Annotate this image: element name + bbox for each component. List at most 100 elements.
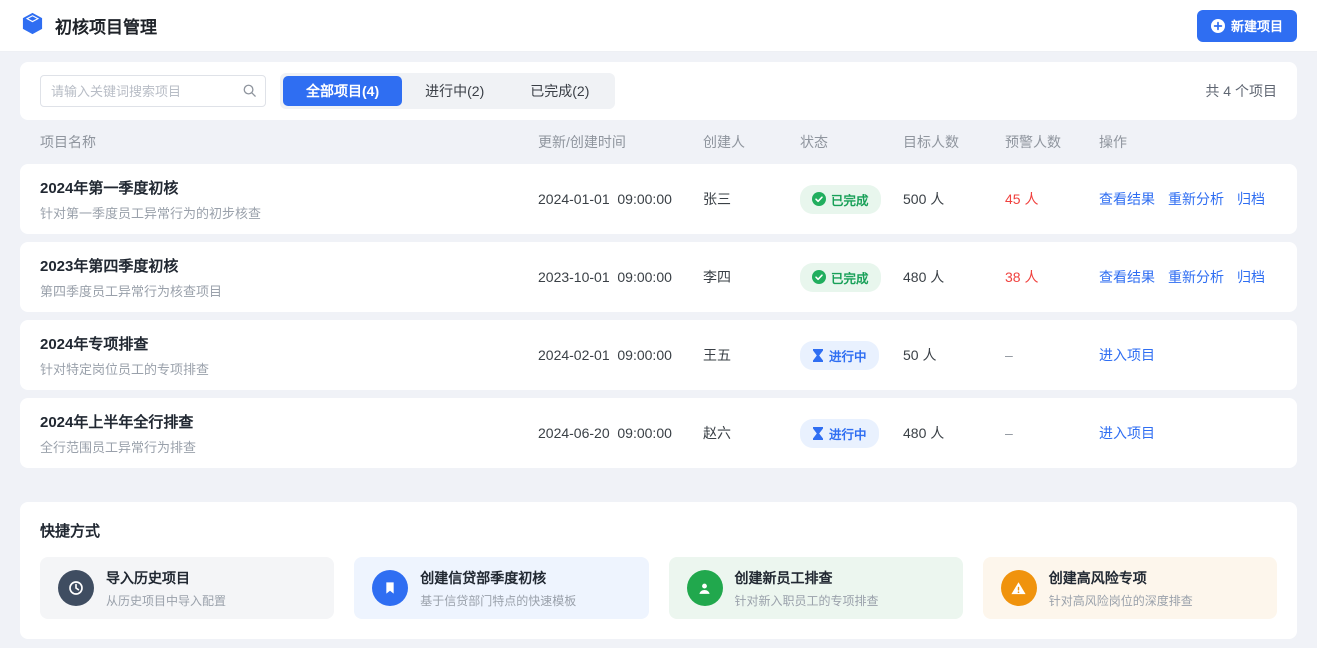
status-label: 进行中 — [829, 424, 867, 443]
tab-filter-2[interactable]: 已完成(2) — [507, 76, 612, 106]
project-name: 2024年第一季度初核 — [40, 177, 538, 198]
project-time: 2024-02-01 09:00:00 — [538, 347, 703, 363]
page-header: 初核项目管理 新建项目 — [0, 0, 1317, 52]
action-link[interactable]: 归档 — [1237, 191, 1265, 207]
cube-icon — [20, 11, 45, 41]
main-content: 全部项目(4)进行中(2)已完成(2) 共 4 个项目 项目名称更新/创建时间创… — [0, 52, 1317, 639]
project-actions: 查看结果重新分析归档 — [1099, 189, 1297, 209]
action-link[interactable]: 进入项目 — [1099, 347, 1155, 363]
project-actions: 查看结果重新分析归档 — [1099, 267, 1297, 287]
shortcut-card[interactable]: 创建高风险专项 针对高风险岗位的深度排查 — [983, 557, 1277, 619]
column-header-6: 操作 — [1099, 132, 1297, 152]
new-project-button-label: 新建项目 — [1231, 16, 1283, 35]
project-name-cell: 2024年专项排查 针对特定岗位员工的专项排查 — [40, 333, 538, 378]
page-title: 初核项目管理 — [55, 13, 157, 38]
shortcut-card[interactable]: 创建信贷部季度初核 基于信贷部门特点的快速模板 — [354, 557, 648, 619]
shortcuts-title: 快捷方式 — [40, 520, 1277, 541]
new-project-button[interactable]: 新建项目 — [1197, 10, 1297, 42]
column-header-0: 项目名称 — [40, 132, 538, 152]
project-creator: 赵六 — [703, 423, 800, 443]
tab-filter-1[interactable]: 进行中(2) — [402, 76, 507, 106]
project-status-cell: 已完成 — [800, 263, 903, 292]
shortcut-title: 创建信贷部季度初核 — [420, 568, 576, 588]
project-target-count: 480 人 — [903, 267, 1005, 287]
status-badge: 已完成 — [800, 185, 881, 214]
shortcuts-panel: 快捷方式 导入历史项目 从历史项目中导入配置 创建信贷部季度初核 基于信贷部门特… — [20, 502, 1297, 639]
filter-tabs: 全部项目(4)进行中(2)已完成(2) — [280, 73, 615, 109]
action-link[interactable]: 查看结果 — [1099, 269, 1155, 285]
warning-icon — [1001, 570, 1037, 606]
search-icon — [242, 83, 257, 103]
plus-circle-icon — [1211, 19, 1225, 33]
column-header-5: 预警人数 — [1005, 132, 1099, 152]
project-description: 全行范围员工异常行为排查 — [40, 437, 538, 456]
shortcut-grid: 导入历史项目 从历史项目中导入配置 创建信贷部季度初核 基于信贷部门特点的快速模… — [40, 557, 1277, 619]
project-actions: 进入项目 — [1099, 345, 1297, 365]
project-name: 2023年第四季度初核 — [40, 255, 538, 276]
project-description: 第四季度员工异常行为核查项目 — [40, 281, 538, 300]
table-row: 2024年专项排查 针对特定岗位员工的专项排查 2024-02-01 09:00… — [20, 320, 1297, 390]
project-actions: 进入项目 — [1099, 423, 1297, 443]
project-target-count: 50 人 — [903, 345, 1005, 365]
project-description: 针对特定岗位员工的专项排查 — [40, 359, 538, 378]
project-table: 2024年第一季度初核 针对第一季度员工异常行为的初步核查 2024-01-01… — [20, 164, 1297, 468]
project-warning-count: – — [1005, 347, 1099, 363]
bookmark-icon — [372, 570, 408, 606]
project-time: 2023-10-01 09:00:00 — [538, 269, 703, 285]
project-name-cell: 2024年第一季度初核 针对第一季度员工异常行为的初步核查 — [40, 177, 538, 222]
project-status-cell: 进行中 — [800, 341, 903, 370]
brand: 初核项目管理 — [20, 11, 157, 41]
column-header-2: 创建人 — [703, 132, 800, 152]
column-header-3: 状态 — [800, 132, 903, 152]
total-project-count: 共 4 个项目 — [1205, 81, 1277, 101]
action-link[interactable]: 进入项目 — [1099, 425, 1155, 441]
search-input[interactable] — [40, 75, 266, 107]
table-header: 项目名称更新/创建时间创建人状态目标人数预警人数操作 — [20, 120, 1297, 164]
shortcut-card[interactable]: 导入历史项目 从历史项目中导入配置 — [40, 557, 334, 619]
project-warning-count: – — [1005, 425, 1099, 441]
project-name: 2024年专项排查 — [40, 333, 538, 354]
table-row: 2024年上半年全行排查 全行范围员工异常行为排查 2024-06-20 09:… — [20, 398, 1297, 468]
shortcut-description: 针对高风险岗位的深度排查 — [1049, 592, 1193, 609]
project-name-cell: 2023年第四季度初核 第四季度员工异常行为核查项目 — [40, 255, 538, 300]
shortcut-title: 创建高风险专项 — [1049, 568, 1193, 588]
status-badge: 已完成 — [800, 263, 881, 292]
hourglass-icon — [812, 349, 824, 362]
project-status-cell: 已完成 — [800, 185, 903, 214]
user-icon — [687, 570, 723, 606]
project-name-cell: 2024年上半年全行排查 全行范围员工异常行为排查 — [40, 411, 538, 456]
project-warning-count: 38 人 — [1005, 267, 1099, 287]
table-row: 2024年第一季度初核 针对第一季度员工异常行为的初步核查 2024-01-01… — [20, 164, 1297, 234]
project-creator: 王五 — [703, 345, 800, 365]
project-creator: 张三 — [703, 189, 800, 209]
check-circle-icon — [812, 192, 826, 206]
shortcut-description: 针对新入职员工的专项排查 — [735, 592, 879, 609]
search-box — [40, 75, 266, 107]
action-link[interactable]: 归档 — [1237, 269, 1265, 285]
status-badge: 进行中 — [800, 341, 879, 370]
status-badge: 进行中 — [800, 419, 879, 448]
toolbar: 全部项目(4)进行中(2)已完成(2) 共 4 个项目 — [20, 62, 1297, 120]
column-header-1: 更新/创建时间 — [538, 132, 703, 152]
project-target-count: 500 人 — [903, 189, 1005, 209]
shortcut-description: 从历史项目中导入配置 — [106, 592, 226, 609]
clock-icon — [58, 570, 94, 606]
status-label: 已完成 — [831, 190, 869, 209]
tab-filter-0[interactable]: 全部项目(4) — [283, 76, 402, 106]
project-status-cell: 进行中 — [800, 419, 903, 448]
hourglass-icon — [812, 427, 824, 440]
shortcut-description: 基于信贷部门特点的快速模板 — [420, 592, 576, 609]
check-circle-icon — [812, 270, 826, 284]
shortcut-card[interactable]: 创建新员工排查 针对新入职员工的专项排查 — [669, 557, 963, 619]
project-name: 2024年上半年全行排查 — [40, 411, 538, 432]
action-link[interactable]: 查看结果 — [1099, 191, 1155, 207]
status-label: 进行中 — [829, 346, 867, 365]
action-link[interactable]: 重新分析 — [1168, 269, 1224, 285]
project-target-count: 480 人 — [903, 423, 1005, 443]
column-header-4: 目标人数 — [903, 132, 1005, 152]
project-time: 2024-01-01 09:00:00 — [538, 191, 703, 207]
table-row: 2023年第四季度初核 第四季度员工异常行为核查项目 2023-10-01 09… — [20, 242, 1297, 312]
action-link[interactable]: 重新分析 — [1168, 191, 1224, 207]
shortcut-title: 导入历史项目 — [106, 568, 226, 588]
project-time: 2024-06-20 09:00:00 — [538, 425, 703, 441]
